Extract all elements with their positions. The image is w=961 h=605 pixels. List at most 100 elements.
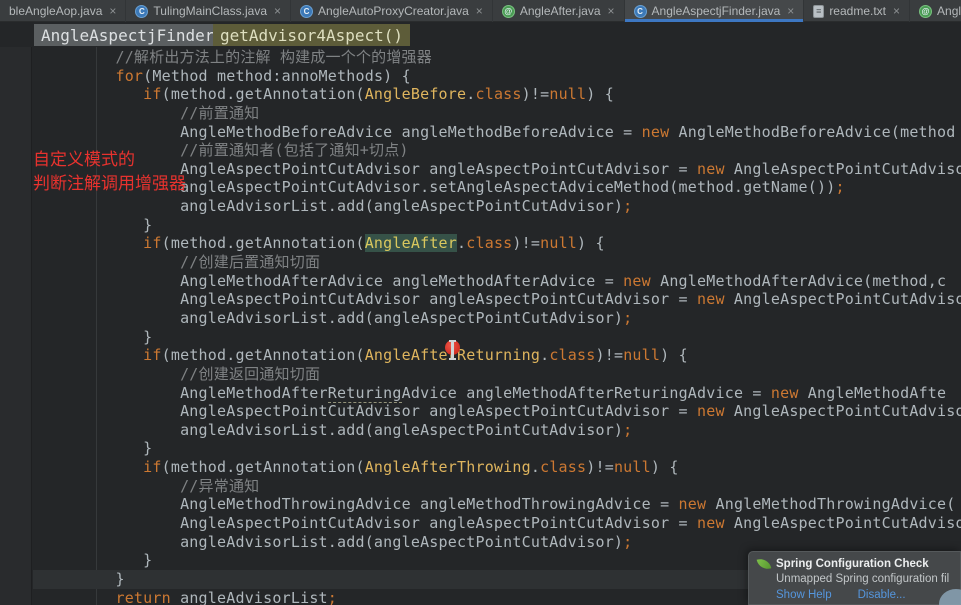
code-token: ;: [623, 532, 633, 551]
code-token: AngleMethodAfte: [798, 383, 947, 402]
code-line: //前置通知: [97, 104, 961, 123]
code-token: (method.getAnnotation(: [161, 234, 365, 253]
code-line: angleAdvisorList.add(angleAspectPointCut…: [97, 533, 961, 552]
code-line: AngleAspectPointCutAdvisor angleAspectPo…: [97, 514, 961, 533]
code-token: new: [770, 383, 799, 402]
tab-angleafter-java[interactable]: @ AngleAfter.java ×: [493, 0, 625, 22]
code-token: ) {: [577, 234, 605, 253]
tab-anglebefore-java[interactable]: @AngleBefore.java×: [910, 0, 961, 22]
code-token: //创建返回通知切面: [97, 364, 321, 383]
code-line: }: [97, 439, 961, 458]
code-line: AngleMethodAfterAdvice angleMethodAfterA…: [97, 272, 961, 291]
tab-angleautoproxycreator-java[interactable]: C AngleAutoProxyCreator.java ×: [291, 0, 493, 22]
code-token: AngleAfterThrowing: [364, 458, 531, 477]
code-editor[interactable]: //解析出方法上的注解 构建成一个个的增强器 for(Method method…: [0, 47, 961, 605]
code-line: }: [97, 216, 961, 235]
code-token: ) {: [660, 346, 688, 365]
code-token: if: [143, 234, 162, 253]
code-token: }: [97, 551, 153, 570]
code-token: (method.getAnnotation(: [161, 85, 365, 104]
tab-readme-txt[interactable]: ≡ readme.txt ×: [804, 0, 911, 22]
breadcrumb: AngleAspectjFinder getAdvisor4Aspect(): [0, 23, 961, 47]
code-token: AngleAspectPointCutAdvisor angleAspectPo…: [97, 159, 697, 178]
code-token: AngleAspectPointCutAdvisor angleAspectPo…: [97, 402, 697, 421]
tab-close-icon[interactable]: ×: [893, 5, 900, 17]
code-token: Returing: [327, 383, 402, 403]
code-line: //解析出方法上的注解 构建成一个个的增强器: [97, 48, 961, 67]
code-token: ;: [835, 178, 845, 197]
code-token: AngleAfter: [364, 234, 458, 253]
code-token: for: [115, 66, 144, 85]
code-line: if(method.getAnnotation(AngleBefore.clas…: [97, 85, 961, 104]
code-token: AngleMethodAfterAdvice(method,c: [650, 271, 947, 290]
class-icon: C: [633, 4, 647, 18]
code-token: //创建后置通知切面: [97, 253, 321, 272]
notification-action-disable-[interactable]: Disable...: [858, 589, 906, 601]
code-token: angleAdvisorList: [170, 588, 328, 605]
annotation-icon: @: [919, 4, 933, 18]
code-line: for(Method method:annoMethods) {: [97, 67, 961, 86]
code-token: angleAdvisorList.add(angleAspectPointCut…: [97, 532, 624, 551]
notification-title: Spring Configuration Check: [776, 558, 929, 570]
code-token: new: [697, 514, 725, 533]
code-line: angleAdvisorList.add(angleAspectPointCut…: [97, 309, 961, 328]
code-text[interactable]: //解析出方法上的注解 构建成一个个的增强器 for(Method method…: [97, 48, 961, 605]
tab-label: readme.txt: [829, 4, 887, 18]
tab-tulingmainclass-java[interactable]: C TulingMainClass.java ×: [126, 0, 292, 22]
code-token: .: [457, 234, 467, 253]
code-token: )!=: [521, 85, 550, 104]
code-token: ) {: [650, 458, 679, 477]
code-token: angleAspectPointCutAdvisor.setAngleAspec…: [97, 178, 836, 197]
notification-message: Unmapped Spring configuration fil: [776, 573, 950, 585]
code-token: angleAdvisorList.add(angleAspectPointCut…: [97, 308, 624, 327]
code-token: new: [623, 271, 651, 290]
class-icon: C: [300, 4, 314, 18]
code-token: )!=: [595, 346, 624, 365]
code-token: ;: [623, 308, 633, 327]
code-token: class: [540, 458, 587, 477]
tab-close-icon[interactable]: ×: [476, 5, 483, 17]
code-line: if(method.getAnnotation(AngleAfterThrowi…: [97, 458, 961, 477]
code-token: class: [466, 234, 513, 253]
code-token: if: [143, 346, 162, 365]
code-token: ) {: [586, 85, 614, 104]
tab-close-icon[interactable]: ×: [274, 5, 281, 17]
code-line: angleAspectPointCutAdvisor.setAngleAspec…: [97, 178, 961, 197]
breadcrumb-method-chip[interactable]: getAdvisor4Aspect(): [213, 24, 411, 46]
spring-leaf-icon: [756, 556, 772, 572]
text-cursor-icon: [449, 340, 456, 360]
code-line: //创建后置通知切面: [97, 253, 961, 272]
code-token: AngleMethodBeforeAdvice angleMethodBefor…: [97, 122, 642, 141]
code-token: class: [549, 346, 596, 365]
tab-angleaspectjfinder-java[interactable]: C AngleAspectjFinder.java ×: [624, 0, 805, 22]
code-line: //前置通知者(包括了通知+切点): [97, 141, 961, 160]
code-token: .: [530, 458, 541, 477]
tab-close-icon[interactable]: ×: [787, 5, 794, 17]
code-token: new: [641, 122, 670, 141]
code-line: AngleMethodThrowingAdvice angleMethodThr…: [97, 495, 961, 514]
tab-close-icon[interactable]: ×: [608, 5, 615, 17]
code-token: class: [475, 85, 522, 104]
code-token: new: [697, 402, 725, 421]
tab-label: bleAngleAop.java: [9, 4, 103, 18]
editor-gutter[interactable]: [33, 47, 97, 605]
code-token: angleAdvisorList.add(angleAspectPointCut…: [97, 420, 624, 439]
breadcrumb-class-chip[interactable]: AngleAspectjFinder: [34, 24, 222, 46]
class-icon: C: [135, 4, 149, 18]
tab-label: AngleAutoProxyCreator.java: [318, 4, 469, 18]
code-token: AngleMethodThrowingAdvice(: [706, 495, 956, 514]
tab-bleangleaop-java[interactable]: bleAngleAop.java ×: [0, 0, 127, 22]
code-token: angleAdvisorList.add(angleAspectPointCut…: [97, 197, 624, 216]
notification-action-show-help[interactable]: Show Help: [776, 589, 832, 601]
code-token: new: [678, 495, 707, 514]
code-token: AngleAspectPointCutAdvisor: [724, 514, 961, 533]
tab-close-icon[interactable]: ×: [109, 5, 116, 17]
code-line: AngleMethodBeforeAdvice angleMethodBefor…: [97, 123, 961, 142]
annotation-note-line2: 判断注解调用增强器: [33, 174, 186, 193]
code-token: .: [540, 346, 550, 365]
